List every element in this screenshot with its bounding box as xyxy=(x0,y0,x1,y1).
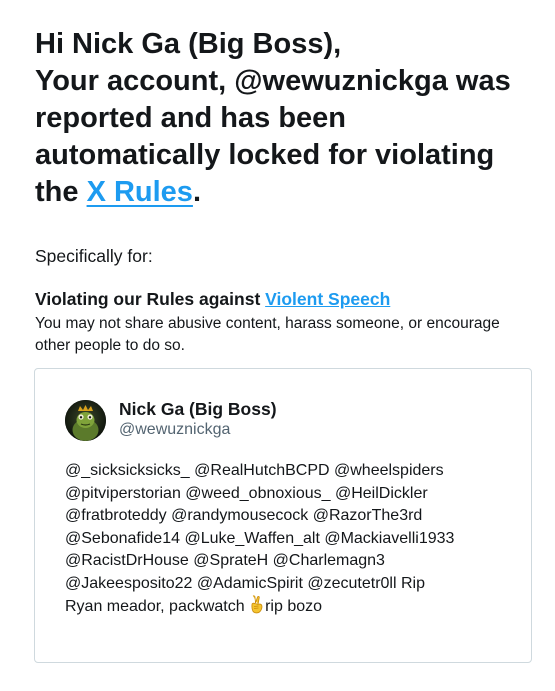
rule-title: Violating our Rules against Violent Spee… xyxy=(35,289,555,310)
tweet-author: Nick Ga (Big Boss) @wewuznickga xyxy=(65,398,277,441)
tweet-author-names: Nick Ga (Big Boss) @wewuznickga xyxy=(119,398,277,440)
tweet-text-line: @pitviperstorian @weed_obnoxious_ @HeilD… xyxy=(65,484,428,502)
tweet-text-line: @Sebonafide14 @Luke_Waffen_alt @Mackiave… xyxy=(65,529,455,547)
tweet-display-name: Nick Ga (Big Boss) xyxy=(119,398,277,419)
tweet-text: @_sicksicksicks_ @RealHutchBCPD @wheelsp… xyxy=(65,460,505,622)
greeting: Hi Nick Ga (Big Boss), xyxy=(35,28,342,60)
tweet-text-line: Ryan meador, packwatch rip bozo xyxy=(65,595,323,615)
violent-speech-link[interactable]: Violent Speech xyxy=(265,289,390,309)
rule-description: You may not share abusive content, haras… xyxy=(35,315,500,354)
email-body: Hi Nick Ga (Big Boss), Your account, @we… xyxy=(0,0,555,357)
tweet-text-line: @Jakeesposito22 @AdamicSpirit @zecutetr0… xyxy=(65,574,425,592)
tweet-text-line: @RacistDrHouse @SprateH @Charlemagn3 xyxy=(65,552,385,569)
avatar xyxy=(65,400,106,441)
tweet-handle: @wewuznickga xyxy=(119,420,231,438)
tweet-text-segment: rip bozo xyxy=(265,598,323,615)
rule-prefix: Violating our Rules against xyxy=(35,289,266,309)
x-rules-link[interactable]: X Rules xyxy=(87,176,193,208)
tweet-text-segment: Ryan meador, packwatch xyxy=(65,598,250,615)
tweet-text-line: @_sicksicksicks_ @RealHutchBCPD @wheelsp… xyxy=(65,462,444,479)
frog-avatar-icon xyxy=(65,400,106,441)
headline-period: . xyxy=(192,176,201,208)
specifically-label: Specifically for: xyxy=(35,246,153,266)
reported-tweet-card: Nick Ga (Big Boss) @wewuznickga @_sicksi… xyxy=(34,368,532,663)
tweet-text-line: @fratbroteddy @randymousecock @RazorThe3… xyxy=(65,507,423,524)
victory-hand-icon xyxy=(249,595,265,622)
notice-headline: Hi Nick Ga (Big Boss), Your account, @we… xyxy=(35,26,525,211)
victory-hand-emoji-icon xyxy=(251,595,263,614)
